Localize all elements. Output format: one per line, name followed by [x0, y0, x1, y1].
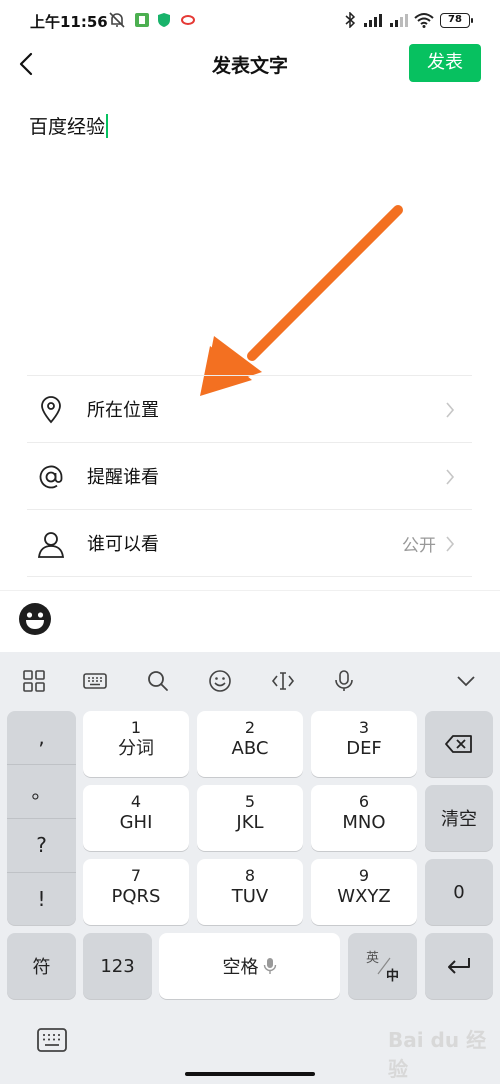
- backspace-icon: [445, 735, 472, 753]
- mute-bell-icon: [109, 12, 125, 28]
- chevron-right-icon: [446, 402, 455, 418]
- key-number: 7: [130, 866, 142, 885]
- enter-key[interactable]: [425, 933, 493, 999]
- keyboard: , 。 ? ! 1 分词 2 ABC 3 DEF 4 GHI 5 JKL 6 M…: [0, 652, 500, 1084]
- divider: [27, 576, 472, 577]
- key-1[interactable]: 1 分词: [83, 711, 189, 777]
- numeric-key[interactable]: 123: [83, 933, 152, 999]
- microphone-icon: [263, 958, 276, 974]
- compose-text: 百度经验: [29, 116, 106, 138]
- chevron-right-icon: [446, 469, 455, 485]
- wifi-icon: [414, 13, 434, 28]
- punctuation-column: , 。 ? !: [7, 711, 76, 925]
- chevron-down-icon[interactable]: [453, 668, 479, 694]
- key-letters: MNO: [342, 812, 386, 833]
- remind-label: 提醒谁看: [87, 467, 159, 488]
- text-cursor: [106, 114, 109, 138]
- battery-indicator: 78: [440, 13, 473, 28]
- publish-button[interactable]: 发表: [409, 44, 481, 82]
- key-8[interactable]: 8 TUV: [197, 859, 303, 925]
- key-5[interactable]: 5 JKL: [197, 785, 303, 851]
- key-6[interactable]: 6 MNO: [311, 785, 417, 851]
- key-number: 3: [358, 718, 370, 737]
- key-letters: WXYZ: [337, 886, 391, 907]
- app-notification-icon: [135, 13, 149, 27]
- key-letters: TUV: [231, 886, 269, 907]
- key-number: 9: [358, 866, 370, 885]
- key-letters: ABC: [231, 738, 269, 759]
- emoji-icon[interactable]: [18, 602, 52, 636]
- location-label: 所在位置: [87, 400, 159, 421]
- divider: [0, 590, 500, 591]
- key-number: 1: [130, 718, 142, 737]
- microphone-icon[interactable]: [331, 668, 357, 694]
- key-number: 8: [244, 866, 256, 885]
- clear-label: 清空: [441, 809, 477, 830]
- remind-row[interactable]: 提醒谁看: [0, 443, 500, 509]
- key-letters: DEF: [346, 738, 382, 759]
- at-icon: [39, 465, 63, 489]
- grid-menu-icon[interactable]: [21, 668, 47, 694]
- punct-exclaim-key[interactable]: !: [7, 873, 76, 926]
- key-number: 5: [244, 792, 256, 811]
- space-label: 空格: [222, 957, 259, 978]
- visibility-value: 公开: [402, 536, 436, 556]
- bluetooth-icon: [345, 12, 356, 28]
- key-9[interactable]: 9 WXYZ: [311, 859, 417, 925]
- punct-comma-key[interactable]: ,: [7, 711, 76, 764]
- key-4[interactable]: 4 GHI: [83, 785, 189, 851]
- status-time: 上午11:56: [30, 13, 108, 31]
- symbol-label: 符: [32, 957, 51, 978]
- key-number: 6: [358, 792, 370, 811]
- keyboard-switch-icon[interactable]: [36, 1026, 68, 1054]
- keyboard-layout-icon[interactable]: [82, 668, 108, 694]
- person-icon: [37, 532, 65, 558]
- status-bar: 上午11:56 78: [0, 0, 500, 40]
- visibility-row[interactable]: 谁可以看 公开: [0, 510, 500, 576]
- enter-icon: [448, 958, 470, 974]
- zero-label: 0: [453, 881, 465, 903]
- emoji-smile-icon[interactable]: [207, 668, 233, 694]
- location-pin-icon: [41, 396, 61, 424]
- compose-text-input[interactable]: 百度经验: [29, 112, 109, 139]
- key-letters: 分词: [118, 738, 154, 759]
- chevron-right-icon: [446, 536, 455, 552]
- clear-key[interactable]: 清空: [425, 785, 493, 851]
- symbol-key[interactable]: 符: [7, 933, 76, 999]
- shield-icon: [158, 13, 170, 27]
- watermark: Bai du 经验: [388, 1028, 487, 1081]
- key-number: 4: [130, 792, 142, 811]
- backspace-key[interactable]: [425, 711, 493, 777]
- key-letters: PQRS: [111, 886, 161, 907]
- punct-period-key[interactable]: 。: [7, 765, 76, 818]
- cursor-move-icon[interactable]: [270, 668, 296, 694]
- signal-icon: [390, 14, 408, 27]
- signal-icon: [364, 14, 382, 27]
- key-letters: GHI: [119, 812, 153, 833]
- key-number: 2: [244, 718, 256, 737]
- app-notification-icon: [181, 15, 195, 25]
- key-3[interactable]: 3 DEF: [311, 711, 417, 777]
- lang-zh-label: 中: [386, 969, 400, 984]
- key-2[interactable]: 2 ABC: [197, 711, 303, 777]
- space-content: 空格: [159, 933, 340, 999]
- space-key[interactable]: 空格: [159, 933, 340, 999]
- home-indicator: [185, 1072, 315, 1076]
- zero-key[interactable]: 0: [425, 859, 493, 925]
- punct-question-key[interactable]: ?: [7, 819, 76, 872]
- numeric-label: 123: [100, 955, 135, 977]
- visibility-label: 谁可以看: [87, 534, 159, 555]
- key-7[interactable]: 7 PQRS: [83, 859, 189, 925]
- search-icon[interactable]: [145, 668, 171, 694]
- location-row[interactable]: 所在位置: [0, 376, 500, 442]
- language-switch-key[interactable]: 英 中: [348, 933, 417, 999]
- key-letters: JKL: [236, 812, 264, 833]
